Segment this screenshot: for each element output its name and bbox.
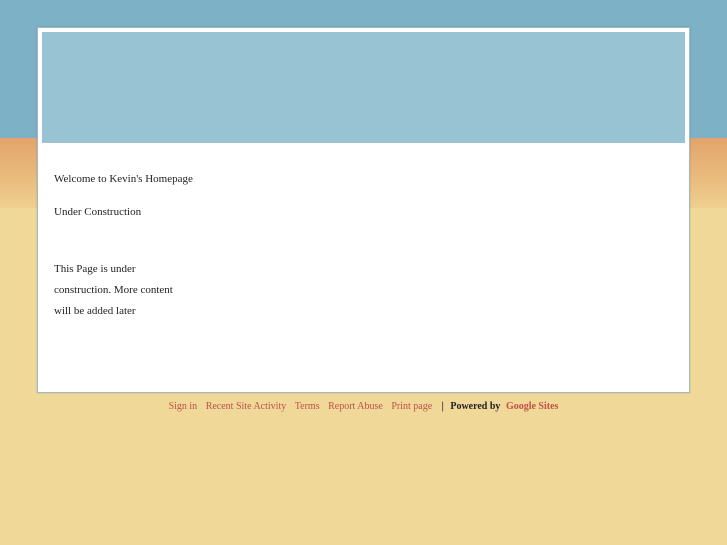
terms-link[interactable]: Terms	[295, 401, 320, 412]
footer-separator: |	[441, 401, 444, 412]
site-footer: Sign in Recent Site Activity Terms Repor…	[0, 401, 727, 412]
recent-site-activity-link[interactable]: Recent Site Activity	[206, 401, 287, 412]
page-container: Welcome to Kevin's Homepage Under Constr…	[37, 27, 690, 393]
welcome-heading: Welcome to Kevin's Homepage	[54, 173, 193, 185]
print-page-link[interactable]: Print page	[391, 401, 432, 412]
powered-by-label: Powered by	[450, 401, 501, 412]
sign-in-link[interactable]: Sign in	[169, 401, 198, 412]
report-abuse-link[interactable]: Report Abuse	[328, 401, 383, 412]
body-text: This Page is under construction. More co…	[54, 263, 173, 317]
page-subtitle: Under Construction	[54, 206, 142, 218]
site-header	[42, 32, 685, 143]
google-sites-link[interactable]: Google Sites	[506, 401, 559, 412]
